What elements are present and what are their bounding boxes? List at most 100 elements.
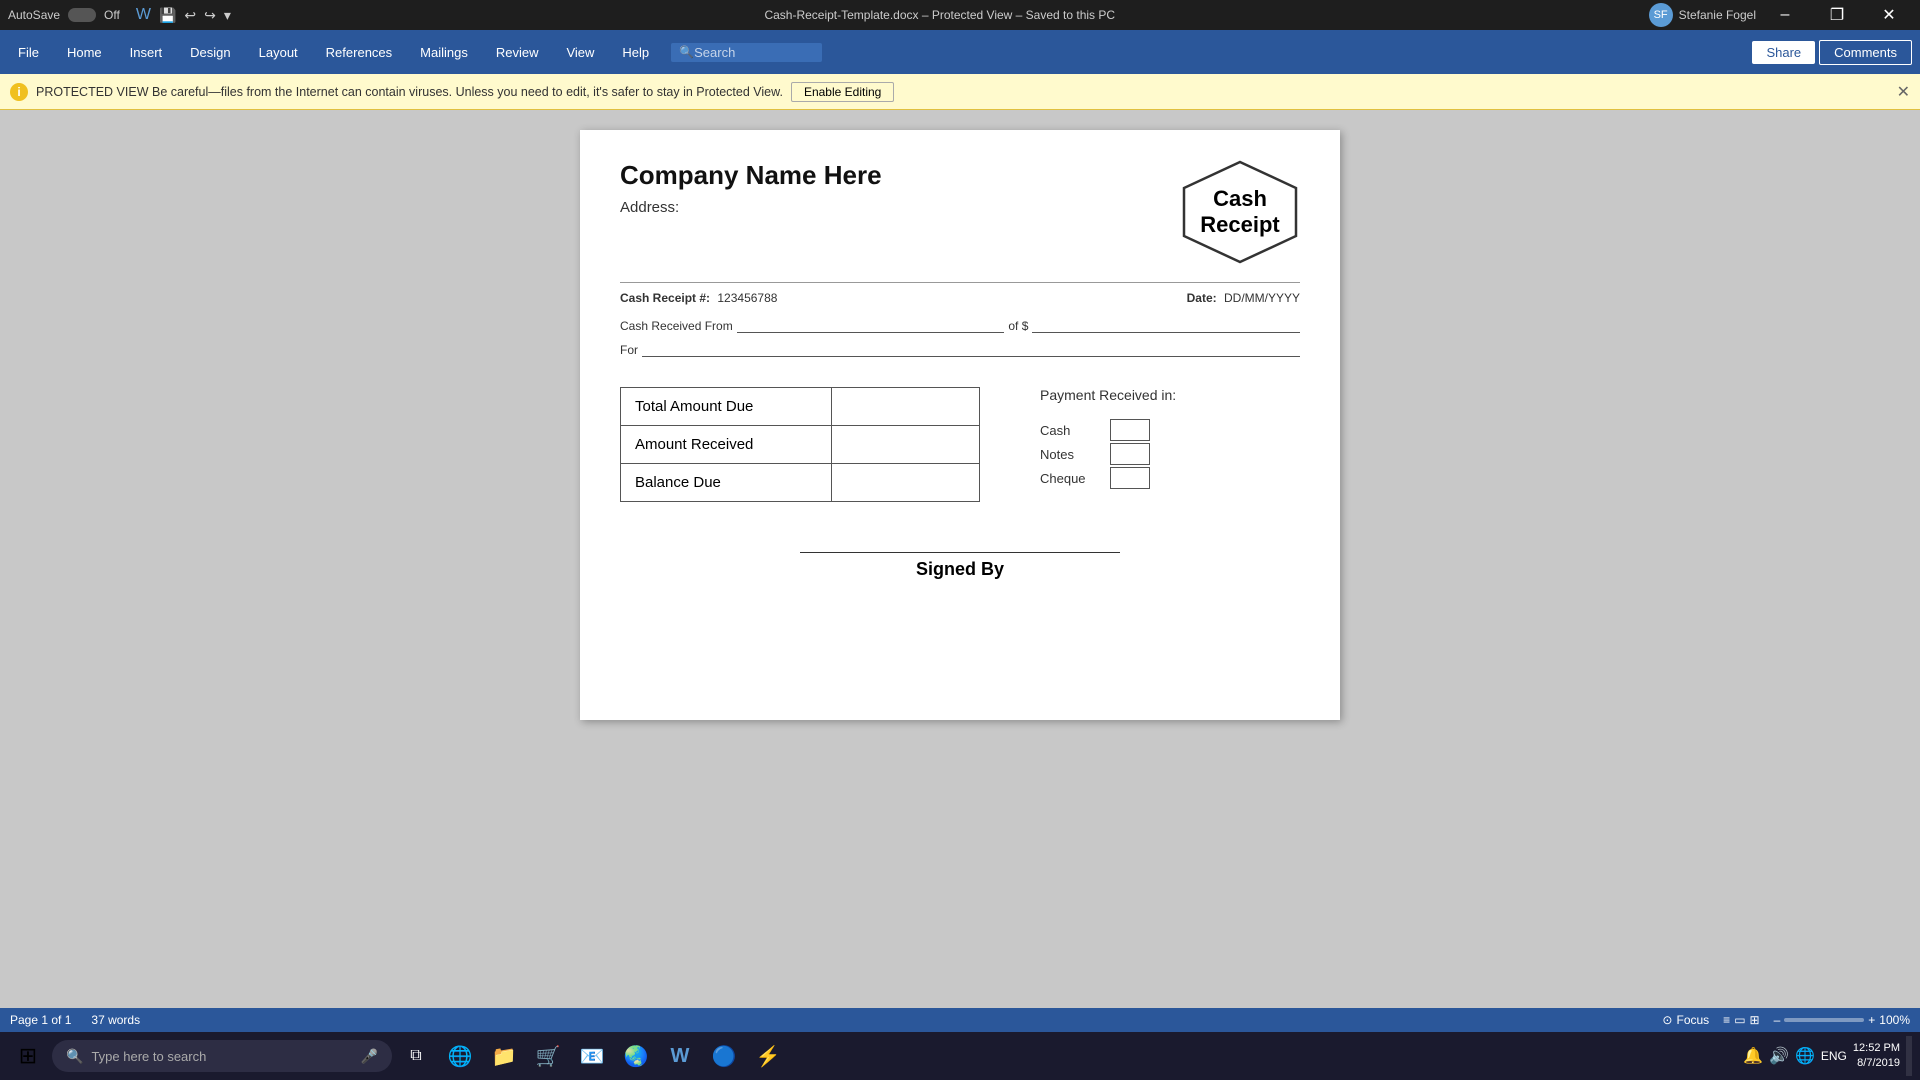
- amounts-table: Total Amount DueAmount ReceivedBalance D…: [620, 387, 980, 502]
- clock: 12:52 PM 8/7/2019: [1853, 1041, 1900, 1072]
- customize-icon[interactable]: ▾: [224, 7, 231, 24]
- payment-method-label: Cheque: [1040, 471, 1100, 486]
- company-name: Company Name Here: [620, 160, 882, 191]
- start-button[interactable]: ⊞: [8, 1036, 48, 1076]
- search-bar-area[interactable]: 🔍: [671, 43, 822, 62]
- word-count: 37 words: [91, 1013, 140, 1027]
- signed-by-section: Signed By: [620, 552, 1300, 580]
- menu-home[interactable]: Home: [53, 30, 116, 74]
- chrome-icon[interactable]: 🌏: [616, 1036, 656, 1076]
- undo-icon[interactable]: ↩: [184, 7, 196, 24]
- read-mode-icon[interactable]: ≡: [1723, 1013, 1730, 1027]
- payment-method-label: Cash: [1040, 423, 1100, 438]
- enable-editing-button[interactable]: Enable Editing: [791, 82, 894, 102]
- payment-row: Cheque: [1040, 467, 1176, 489]
- status-bar: Page 1 of 1 37 words ⊙ Focus ≡ ▭ ⊞ – + 1…: [0, 1008, 1920, 1032]
- app1-icon[interactable]: 🔵: [704, 1036, 744, 1076]
- menu-bar: File Home Insert Design Layout Reference…: [0, 30, 1920, 74]
- close-banner-button[interactable]: ✕: [1897, 82, 1910, 102]
- title-bar: AutoSave Off W 💾 ↩ ↪ ▾ Cash-Receipt-Temp…: [0, 0, 1920, 30]
- notification-icon[interactable]: 🔔: [1743, 1046, 1763, 1066]
- payment-checkbox[interactable]: [1110, 443, 1150, 465]
- payment-method-label: Notes: [1040, 447, 1100, 462]
- zoom-out-icon[interactable]: –: [1774, 1013, 1781, 1027]
- amount-value[interactable]: [832, 426, 980, 464]
- payment-checkbox[interactable]: [1110, 419, 1150, 441]
- word-taskbar-icon[interactable]: W: [660, 1036, 700, 1076]
- cash-receipt-hexagon: Cash Receipt: [1180, 160, 1300, 264]
- search-input[interactable]: [694, 45, 814, 60]
- page-info: Page 1 of 1: [10, 1013, 71, 1027]
- amount-field[interactable]: [1032, 319, 1300, 333]
- menu-references[interactable]: References: [312, 30, 406, 74]
- store-icon[interactable]: 🛒: [528, 1036, 568, 1076]
- payment-row: Notes: [1040, 443, 1176, 465]
- menu-help[interactable]: Help: [608, 30, 663, 74]
- menu-insert[interactable]: Insert: [116, 30, 177, 74]
- taskbar-left: ⊞ 🔍 Type here to search 🎤 ⧉ 🌐 📁 🛒 📧 🌏 W …: [8, 1036, 788, 1076]
- amount-value[interactable]: [832, 464, 980, 502]
- menu-view[interactable]: View: [552, 30, 608, 74]
- file-explorer-icon[interactable]: 📁: [484, 1036, 524, 1076]
- taskbar-search[interactable]: 🔍 Type here to search 🎤: [52, 1040, 392, 1072]
- of-label: of $: [1008, 319, 1028, 333]
- amount-label: Amount Received: [621, 426, 832, 464]
- cash-received-from-line: Cash Received From of $: [620, 319, 1300, 333]
- search-icon: 🔍: [679, 45, 694, 59]
- hexagon-text: Cash Receipt: [1200, 186, 1279, 239]
- for-field[interactable]: [642, 343, 1300, 357]
- menu-layout[interactable]: Layout: [245, 30, 312, 74]
- menu-right: Share Comments: [1752, 40, 1920, 65]
- volume-icon[interactable]: 🔊: [1769, 1046, 1789, 1066]
- taskbar-mic-icon[interactable]: 🎤: [361, 1048, 378, 1065]
- clock-date: 8/7/2019: [1853, 1056, 1900, 1071]
- web-layout-icon[interactable]: ⊞: [1750, 1013, 1760, 1027]
- redo-icon[interactable]: ↪: [204, 7, 216, 24]
- focus-icon: ⊙: [1662, 1013, 1672, 1027]
- payment-checkbox[interactable]: [1110, 467, 1150, 489]
- protected-banner: i PROTECTED VIEW Be careful—files from t…: [0, 74, 1920, 110]
- taskbar-search-icon: 🔍: [66, 1048, 83, 1065]
- autosave-toggle[interactable]: [68, 8, 96, 22]
- amount-value[interactable]: [832, 388, 980, 426]
- menu-file[interactable]: File: [4, 30, 53, 74]
- table-row: Total Amount Due: [621, 388, 980, 426]
- comments-button[interactable]: Comments: [1819, 40, 1912, 65]
- payment-section: Payment Received in: Cash Notes Cheque: [1040, 387, 1176, 491]
- language-indicator: ENG: [1821, 1049, 1847, 1063]
- minimize-button[interactable]: –: [1762, 0, 1808, 30]
- protected-banner-text: PROTECTED VIEW Be careful—files from the…: [36, 85, 783, 99]
- network-icon[interactable]: 🌐: [1795, 1046, 1815, 1066]
- task-view-button[interactable]: ⧉: [396, 1036, 436, 1076]
- receipt-date: Date: DD/MM/YYYY: [1187, 291, 1300, 305]
- zoom-slider[interactable]: [1784, 1018, 1864, 1022]
- save-icon[interactable]: 💾: [159, 7, 176, 24]
- app2-icon[interactable]: ⚡: [748, 1036, 788, 1076]
- mail-icon[interactable]: 📧: [572, 1036, 612, 1076]
- focus-label[interactable]: ⊙ Focus: [1662, 1013, 1709, 1027]
- print-layout-icon[interactable]: ▭: [1734, 1013, 1745, 1027]
- main-content: Company Name Here Address: Cash Receipt …: [0, 110, 1920, 1008]
- edge-icon[interactable]: 🌐: [440, 1036, 480, 1076]
- share-button[interactable]: Share: [1752, 41, 1815, 64]
- title-bar-left: AutoSave Off W 💾 ↩ ↪ ▾: [8, 6, 231, 24]
- menu-review[interactable]: Review: [482, 30, 553, 74]
- title-bar-right: SF Stefanie Fogel – ❐ ✕: [1649, 0, 1912, 30]
- taskbar-search-text: Type here to search: [91, 1049, 206, 1064]
- signed-by-line: [800, 552, 1120, 553]
- view-icons: ≡ ▭ ⊞: [1723, 1013, 1759, 1027]
- menu-design[interactable]: Design: [176, 30, 244, 74]
- for-line: For: [620, 343, 1300, 357]
- menu-mailings[interactable]: Mailings: [406, 30, 482, 74]
- taskbar: ⊞ 🔍 Type here to search 🎤 ⧉ 🌐 📁 🛒 📧 🌏 W …: [0, 1032, 1920, 1080]
- hexagon-wrapper: Cash Receipt: [1180, 160, 1300, 264]
- user-name: Stefanie Fogel: [1679, 8, 1756, 22]
- cash-received-from-field[interactable]: [737, 319, 1005, 333]
- zoom-in-icon[interactable]: +: [1868, 1013, 1875, 1027]
- table-row: Amount Received: [621, 426, 980, 464]
- user-avatar[interactable]: SF: [1649, 3, 1673, 27]
- close-button[interactable]: ✕: [1866, 0, 1912, 30]
- payment-title: Payment Received in:: [1040, 387, 1176, 403]
- show-desktop-button[interactable]: [1906, 1036, 1912, 1076]
- restore-button[interactable]: ❐: [1814, 0, 1860, 30]
